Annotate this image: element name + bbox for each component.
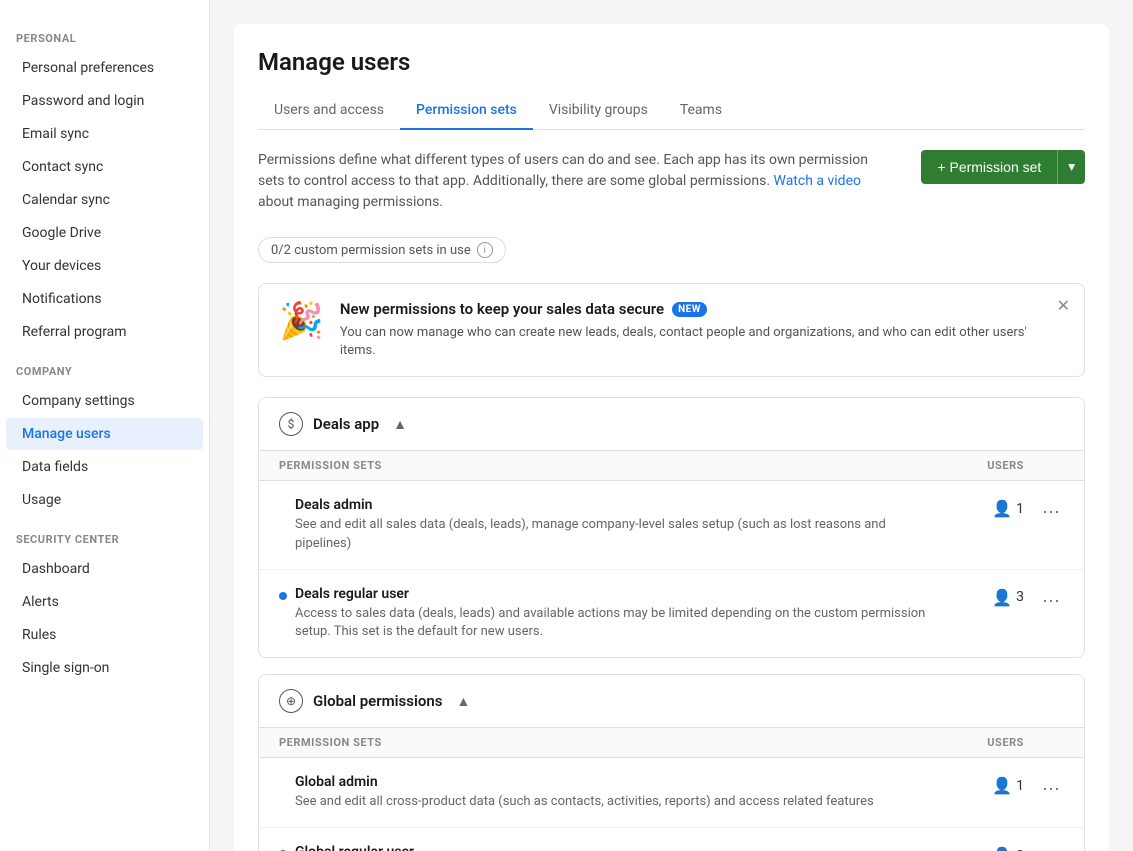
sidebar-item-company-settings[interactable]: Company settings [6,385,203,417]
add-permission-set-button[interactable]: + Permission set [921,150,1057,184]
perm-name-global-regular: Global regular user [295,844,944,851]
more-options-deals-admin[interactable]: ··· [1038,499,1064,524]
section-title-global-permissions: Global permissions [313,692,442,710]
sidebar-item-usage[interactable]: Usage [6,484,203,516]
section-icon-global-permissions: ⊕ [279,689,303,713]
add-permission-set-dropdown-button[interactable]: ▾ [1057,150,1085,184]
banner-close-button[interactable]: ✕ [1057,296,1070,316]
perm-info-deals-regular: Deals regular user Access to sales data … [295,586,944,641]
sidebar-item-single-sign-on[interactable]: Single sign-on [6,652,203,684]
page-card: Manage users Users and accessPermission … [234,24,1109,851]
col-sets-label: PERMISSION SETS [279,459,944,472]
table-header-deals-app: PERMISSION SETS USERS [259,450,1084,481]
watch-video-link[interactable]: Watch a video [774,173,861,189]
sidebar-item-manage-users[interactable]: Manage users [6,418,203,450]
top-row: Permissions define what different types … [258,150,1085,225]
company-section-label: COMPANY [0,349,209,384]
perm-row-deals-regular: Deals regular user Access to sales data … [259,570,1084,657]
user-icon-global-regular: 👤 [992,846,1012,851]
perm-desc-deals-regular: Access to sales data (deals, leads) and … [295,605,944,641]
user-icon-global-admin: 👤 [992,776,1012,795]
custom-sets-badge: 0/2 custom permission sets in use i [258,237,506,263]
user-icon-deals-admin: 👤 [992,499,1012,518]
tab-visibility-groups[interactable]: Visibility groups [533,92,664,130]
col-users-label: USERS [944,459,1024,472]
add-permission-btn-group: + Permission set ▾ [921,150,1085,184]
sidebar-item-rules[interactable]: Rules [6,619,203,651]
perm-users-deals-admin: 👤 1 [944,497,1024,518]
sidebar: PERSONAL Personal preferencesPassword an… [0,0,210,851]
user-icon-deals-regular: 👤 [992,588,1012,607]
section-header-deals-app[interactable]: $ Deals app ▲ [259,398,1084,450]
perm-desc-global-admin: See and edit all cross-product data (suc… [295,793,944,811]
banner-title: New permissions to keep your sales data … [340,300,1064,318]
perm-row-global-admin: Global admin See and edit all cross-prod… [259,758,1084,828]
tabs-bar: Users and accessPermission setsVisibilit… [258,92,1085,130]
col-users-label: USERS [944,736,1024,749]
more-options-global-regular[interactable]: ··· [1038,846,1064,851]
page-description: Permissions define what different types … [258,150,897,213]
table-header-global-permissions: PERMISSION SETS USERS [259,727,1084,758]
perm-actions-global-admin: ··· [1024,774,1064,801]
users-count-deals-admin: 1 [1016,501,1024,517]
sidebar-item-referral-program[interactable]: Referral program [6,316,203,348]
perm-actions-deals-regular: ··· [1024,586,1064,613]
section-deals-app: $ Deals app ▲ PERMISSION SETS USERS Deal… [258,397,1085,658]
banner-content: New permissions to keep your sales data … [340,300,1064,360]
sections-container: $ Deals app ▲ PERMISSION SETS USERS Deal… [258,397,1085,851]
perm-users-global-admin: 👤 1 [944,774,1024,795]
sidebar-item-alerts[interactable]: Alerts [6,586,203,618]
more-options-deals-regular[interactable]: ··· [1038,588,1064,613]
users-count-deals-regular: 3 [1016,589,1024,605]
banner-icon: 🎉 [279,300,324,342]
section-header-global-permissions[interactable]: ⊕ Global permissions ▲ [259,675,1084,727]
perm-row-global-regular: Global regular user Access to cross-prod… [259,828,1084,851]
sidebar-item-personal-preferences[interactable]: Personal preferences [6,52,203,84]
sidebar-item-contact-sync[interactable]: Contact sync [6,151,203,183]
main-content: Manage users Users and accessPermission … [210,0,1133,851]
col-sets-label: PERMISSION SETS [279,736,944,749]
perm-users-deals-regular: 👤 3 [944,586,1024,607]
tab-permission-sets[interactable]: Permission sets [400,92,533,130]
sidebar-item-email-sync[interactable]: Email sync [6,118,203,150]
sidebar-item-notifications[interactable]: Notifications [6,283,203,315]
new-badge: NEW [672,302,707,317]
sidebar-item-google-drive[interactable]: Google Drive [6,217,203,249]
section-icon-deals-app: $ [279,412,303,436]
banner-text: You can now manage who can create new le… [340,324,1064,360]
personal-section-label: PERSONAL [0,16,209,51]
sidebar-item-dashboard[interactable]: Dashboard [6,553,203,585]
perm-info-global-regular: Global regular user Access to cross-prod… [295,844,944,851]
sidebar-item-calendar-sync[interactable]: Calendar sync [6,184,203,216]
perm-name-global-admin: Global admin [295,774,944,790]
new-permissions-banner: 🎉 New permissions to keep your sales dat… [258,283,1085,377]
perm-users-global-regular: 👤 3 [944,844,1024,851]
chevron-icon-deals-app: ▲ [393,416,407,433]
perm-actions-global-regular: ··· [1024,844,1064,851]
page-title: Manage users [258,48,1085,76]
sidebar-item-password-login[interactable]: Password and login [6,85,203,117]
perm-actions-deals-admin: ··· [1024,497,1064,524]
tab-teams[interactable]: Teams [664,92,738,130]
section-title-deals-app: Deals app [313,415,379,433]
perm-desc-deals-admin: See and edit all sales data (deals, lead… [295,516,944,552]
sidebar-item-your-devices[interactable]: Your devices [6,250,203,282]
more-options-global-admin[interactable]: ··· [1038,776,1064,801]
perm-name-deals-regular: Deals regular user [295,586,944,602]
perm-info-global-admin: Global admin See and edit all cross-prod… [295,774,944,811]
perm-info-deals-admin: Deals admin See and edit all sales data … [295,497,944,552]
users-count-global-admin: 1 [1016,778,1024,794]
section-global-permissions: ⊕ Global permissions ▲ PERMISSION SETS U… [258,674,1085,851]
tab-users-access[interactable]: Users and access [258,92,400,130]
sidebar-item-data-fields[interactable]: Data fields [6,451,203,483]
default-dot-deals-regular [279,592,287,600]
perm-row-deals-admin: Deals admin See and edit all sales data … [259,481,1084,569]
security-section-label: SECURITY CENTER [0,517,209,552]
perm-name-deals-admin: Deals admin [295,497,944,513]
info-icon[interactable]: i [477,242,493,258]
chevron-icon-global-permissions: ▲ [456,693,470,710]
